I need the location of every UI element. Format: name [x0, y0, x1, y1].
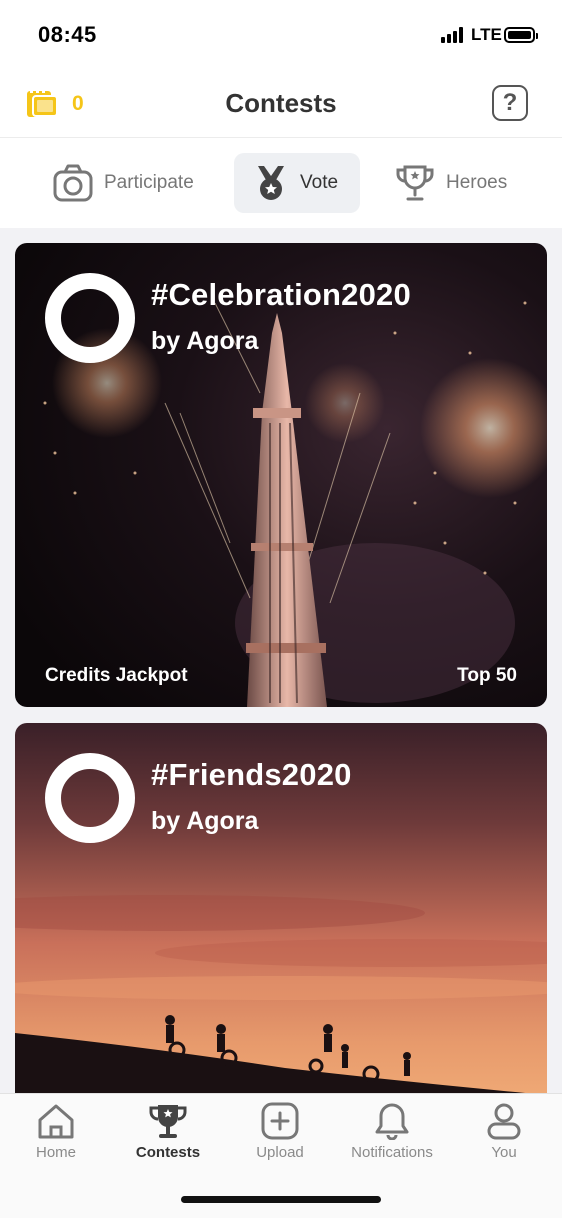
- nav-home[interactable]: Home: [0, 1102, 112, 1161]
- nav-label: Contests: [135, 1144, 201, 1161]
- contest-logo-ring: [45, 273, 135, 363]
- contest-prize: Credits Jackpot: [45, 665, 188, 686]
- camera-icon: [53, 164, 93, 202]
- nav-notifications[interactable]: Notifications: [336, 1102, 448, 1161]
- nav-label: You: [491, 1144, 517, 1161]
- home-indicator[interactable]: [181, 1196, 381, 1203]
- nav-label: Upload: [256, 1144, 304, 1161]
- header: 0 Contests ?: [0, 70, 562, 138]
- contest-rank: Top 50: [457, 665, 517, 686]
- trophy-icon: [396, 165, 434, 201]
- tab-label: Vote: [300, 172, 339, 193]
- contest-list: #Celebration2020 by Agora Credits Jackpo…: [0, 228, 562, 1093]
- network-label: LTE: [471, 25, 502, 44]
- medal-icon: [258, 166, 284, 200]
- tab-label: Participate: [104, 172, 194, 193]
- contest-author: by Agora: [151, 807, 259, 835]
- contest-card[interactable]: #Friends2020 by Agora: [15, 723, 547, 1093]
- signal-bars-icon: [441, 27, 467, 43]
- contest-tabs: Participate Vote Heroes: [0, 139, 562, 228]
- status-bar: 08:45 LTE: [0, 0, 562, 70]
- tab-label: Heroes: [446, 172, 508, 193]
- page-title: Contests: [225, 88, 337, 118]
- contest-title: #Celebration2020: [151, 277, 411, 312]
- home-icon: [38, 1104, 74, 1139]
- contest-author: by Agora: [151, 327, 259, 355]
- nav-label: Notifications: [351, 1144, 433, 1161]
- nav-label: Home: [35, 1144, 76, 1161]
- battery-icon: [504, 27, 538, 43]
- tab-participate[interactable]: Participate: [52, 153, 194, 213]
- nav-you[interactable]: You: [448, 1102, 560, 1161]
- bell-icon: [375, 1103, 409, 1140]
- nav-upload[interactable]: Upload: [224, 1102, 336, 1161]
- tab-heroes[interactable]: Heroes: [394, 153, 507, 213]
- user-icon: [487, 1103, 521, 1140]
- status-time: 08:45: [38, 22, 97, 47]
- contest-title: #Friends2020: [151, 757, 352, 792]
- trophy-icon: [149, 1105, 187, 1138]
- contest-card[interactable]: #Celebration2020 by Agora Credits Jackpo…: [15, 243, 547, 707]
- nav-contests[interactable]: Contests: [112, 1102, 224, 1161]
- tab-vote[interactable]: Vote: [234, 153, 361, 213]
- plus-square-icon: [261, 1102, 299, 1140]
- contest-logo-ring: [45, 753, 135, 843]
- help-icon[interactable]: ?: [492, 85, 528, 121]
